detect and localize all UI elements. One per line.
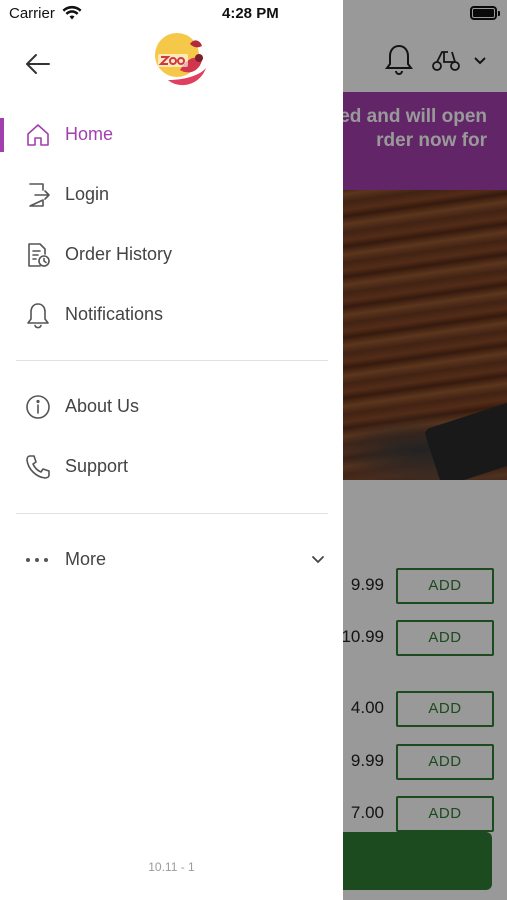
drawer-divider (16, 360, 328, 361)
status-bar: Carrier 4:28 PM (0, 0, 343, 28)
chevron-down-icon[interactable] (308, 549, 328, 569)
nav-item-about-us[interactable]: About Us (0, 382, 343, 432)
nav-label-about-us: About Us (65, 396, 140, 416)
nav-label-more: More (65, 549, 107, 569)
nav-label-notifications: Notifications (65, 304, 164, 324)
navigation-drawer: Carrier 4:28 PM Home Login Order History… (0, 0, 343, 900)
nav-item-home[interactable]: Home (0, 110, 343, 160)
phone-icon (26, 455, 50, 479)
nav-item-order-history[interactable]: Order History (0, 230, 343, 280)
back-arrow-icon[interactable] (22, 48, 54, 80)
info-icon (26, 395, 50, 419)
drawer-divider (16, 513, 328, 514)
nav-label-order-history: Order History (65, 244, 173, 264)
nav-label-login: Login (65, 184, 110, 204)
nav-item-notifications[interactable]: Notifications (0, 290, 343, 340)
nav-item-more[interactable]: More (0, 535, 343, 585)
nav-label-support: Support (65, 456, 129, 476)
status-time: 4:28 PM (222, 5, 279, 22)
nav-label-home: Home (65, 124, 114, 144)
nav-item-login[interactable]: Login (0, 170, 343, 220)
app-version: 10.11 - 1 (148, 860, 195, 874)
login-icon (29, 183, 50, 207)
carrier-label: Carrier (9, 5, 55, 22)
bell-icon (27, 303, 49, 329)
home-icon (27, 124, 49, 146)
wifi-icon (62, 5, 82, 20)
order-history-icon (28, 243, 50, 267)
active-indicator (0, 118, 4, 152)
nav-item-support[interactable]: Support (0, 442, 343, 492)
more-dots-icon (26, 558, 48, 562)
brand-logo (155, 33, 206, 86)
